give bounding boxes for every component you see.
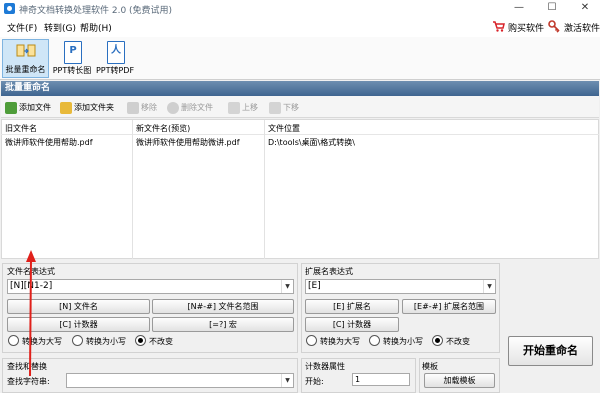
- radio-label: 不改变: [149, 337, 173, 346]
- add-folder-button[interactable]: 添加文件夹: [60, 100, 114, 115]
- table-header-divider: [1, 134, 599, 135]
- menu-help[interactable]: 帮助(H): [80, 21, 112, 34]
- radio-ext-unchanged[interactable]: 不改变: [432, 335, 470, 348]
- move-up-label: 上移: [242, 103, 258, 112]
- minimize-button[interactable]: —: [504, 0, 534, 17]
- arrow-down-icon: [269, 101, 281, 114]
- counter-start-input[interactable]: 1: [352, 373, 410, 386]
- move-down-label: 下移: [283, 103, 299, 112]
- tool-ppt-to-long-image[interactable]: P PPT转长图: [51, 39, 93, 78]
- key-icon[interactable]: [548, 20, 561, 33]
- radio-ext-lower[interactable]: 转换为小写: [369, 335, 423, 348]
- remove-label: 移除: [141, 103, 157, 112]
- radio-label: 不改变: [446, 337, 470, 346]
- tool-label: PPT转长图: [52, 66, 92, 75]
- tool-label: 批量重命名: [5, 65, 46, 74]
- tool-label: PPT转PDF: [95, 66, 135, 75]
- chevron-down-icon[interactable]: ▼: [281, 280, 293, 293]
- remove-icon: [127, 101, 139, 114]
- cell-location: D:\tools\桌面\格式转换\: [268, 138, 355, 147]
- ext-expr-value: [E]: [308, 281, 321, 291]
- tool-ppt-to-pdf[interactable]: 人 PPT转PDF: [94, 39, 136, 78]
- rename-icon: [16, 42, 36, 62]
- app-logo-icon: [4, 3, 15, 14]
- load-template-button[interactable]: 加载模板: [424, 373, 495, 388]
- menu-file[interactable]: 文件(F): [7, 21, 37, 34]
- radio-dot: [369, 335, 380, 346]
- shopping-cart-icon[interactable]: [492, 20, 505, 33]
- add-file-label: 添加文件: [19, 103, 51, 112]
- radio-label: 转换为小写: [383, 337, 423, 346]
- radio-dot: [8, 335, 19, 346]
- insert-extension-button[interactable]: [E] 扩展名: [305, 299, 399, 314]
- ext-expr-input[interactable]: [E] ▼: [305, 279, 496, 294]
- radio-label: 转换为大写: [320, 337, 360, 346]
- add-folder-icon: [60, 101, 72, 114]
- radio-filename-unchanged[interactable]: 不改变: [135, 335, 173, 348]
- filename-expr-input[interactable]: [N][N1-2] ▼: [7, 279, 294, 294]
- pdf-icon: 人: [107, 41, 125, 64]
- section-header: 批量重命名: [1, 81, 599, 96]
- radio-dot: [306, 335, 317, 346]
- menu-goto[interactable]: 转到(G): [44, 21, 76, 34]
- delete-file-label: 删除文件: [181, 103, 213, 112]
- insert-macro-button[interactable]: [=?] 宏: [152, 317, 294, 332]
- maximize-button[interactable]: ☐: [537, 0, 567, 17]
- counter-props-label: 计数器属性: [305, 362, 345, 371]
- remove-button[interactable]: 移除: [127, 100, 157, 115]
- close-button[interactable]: ✕: [570, 0, 600, 17]
- chevron-down-icon[interactable]: ▼: [483, 280, 495, 293]
- delete-file-button[interactable]: 删除文件: [167, 100, 213, 115]
- counter-start-label: 开始:: [305, 377, 324, 386]
- radio-ext-upper[interactable]: 转换为大写: [306, 335, 360, 348]
- cell-old-name: 微讲师软件使用帮助.pdf: [5, 138, 93, 147]
- radio-dot-selected: [135, 335, 146, 346]
- annotation-arrow-icon: [26, 250, 36, 377]
- buy-software-link[interactable]: 购买软件: [508, 21, 544, 34]
- insert-extension-range-button[interactable]: [E#-#] 扩展名范围: [402, 299, 496, 314]
- ppt-icon: P: [64, 41, 82, 64]
- ext-expr-label: 扩展名表达式: [305, 267, 353, 276]
- template-label: 模板: [422, 362, 438, 371]
- radio-label: 转换为小写: [86, 337, 126, 346]
- radio-dot-selected: [432, 335, 443, 346]
- col-header-new-name[interactable]: 新文件名(预览): [136, 123, 190, 134]
- add-folder-label: 添加文件夹: [74, 103, 114, 112]
- activate-software-link[interactable]: 激活软件: [564, 21, 600, 34]
- radio-dot: [72, 335, 83, 346]
- window-title: 神奇文档转换处理软件 2.0 (免费试用): [19, 6, 173, 16]
- insert-ext-counter-button[interactable]: [C] 计数器: [305, 317, 399, 332]
- insert-filename-range-button[interactable]: [N#-#] 文件名范围: [152, 299, 294, 314]
- col-header-old-name[interactable]: 旧文件名: [5, 123, 37, 134]
- tool-batch-rename[interactable]: 批量重命名: [2, 39, 49, 78]
- add-file-icon: [5, 101, 17, 114]
- cell-new-name: 微讲师软件使用帮助微讲.pdf: [136, 138, 240, 147]
- radio-filename-lower[interactable]: 转换为小写: [72, 335, 126, 348]
- start-rename-button[interactable]: 开始重命名: [508, 336, 593, 366]
- move-up-button[interactable]: 上移: [228, 100, 258, 115]
- delete-icon: [167, 101, 179, 114]
- add-file-button[interactable]: 添加文件: [5, 100, 51, 115]
- chevron-down-icon[interactable]: ▼: [281, 374, 293, 387]
- col-header-location[interactable]: 文件位置: [268, 123, 300, 134]
- find-string-input[interactable]: ▼: [66, 373, 294, 388]
- move-down-button[interactable]: 下移: [269, 100, 299, 115]
- arrow-up-icon: [228, 101, 240, 114]
